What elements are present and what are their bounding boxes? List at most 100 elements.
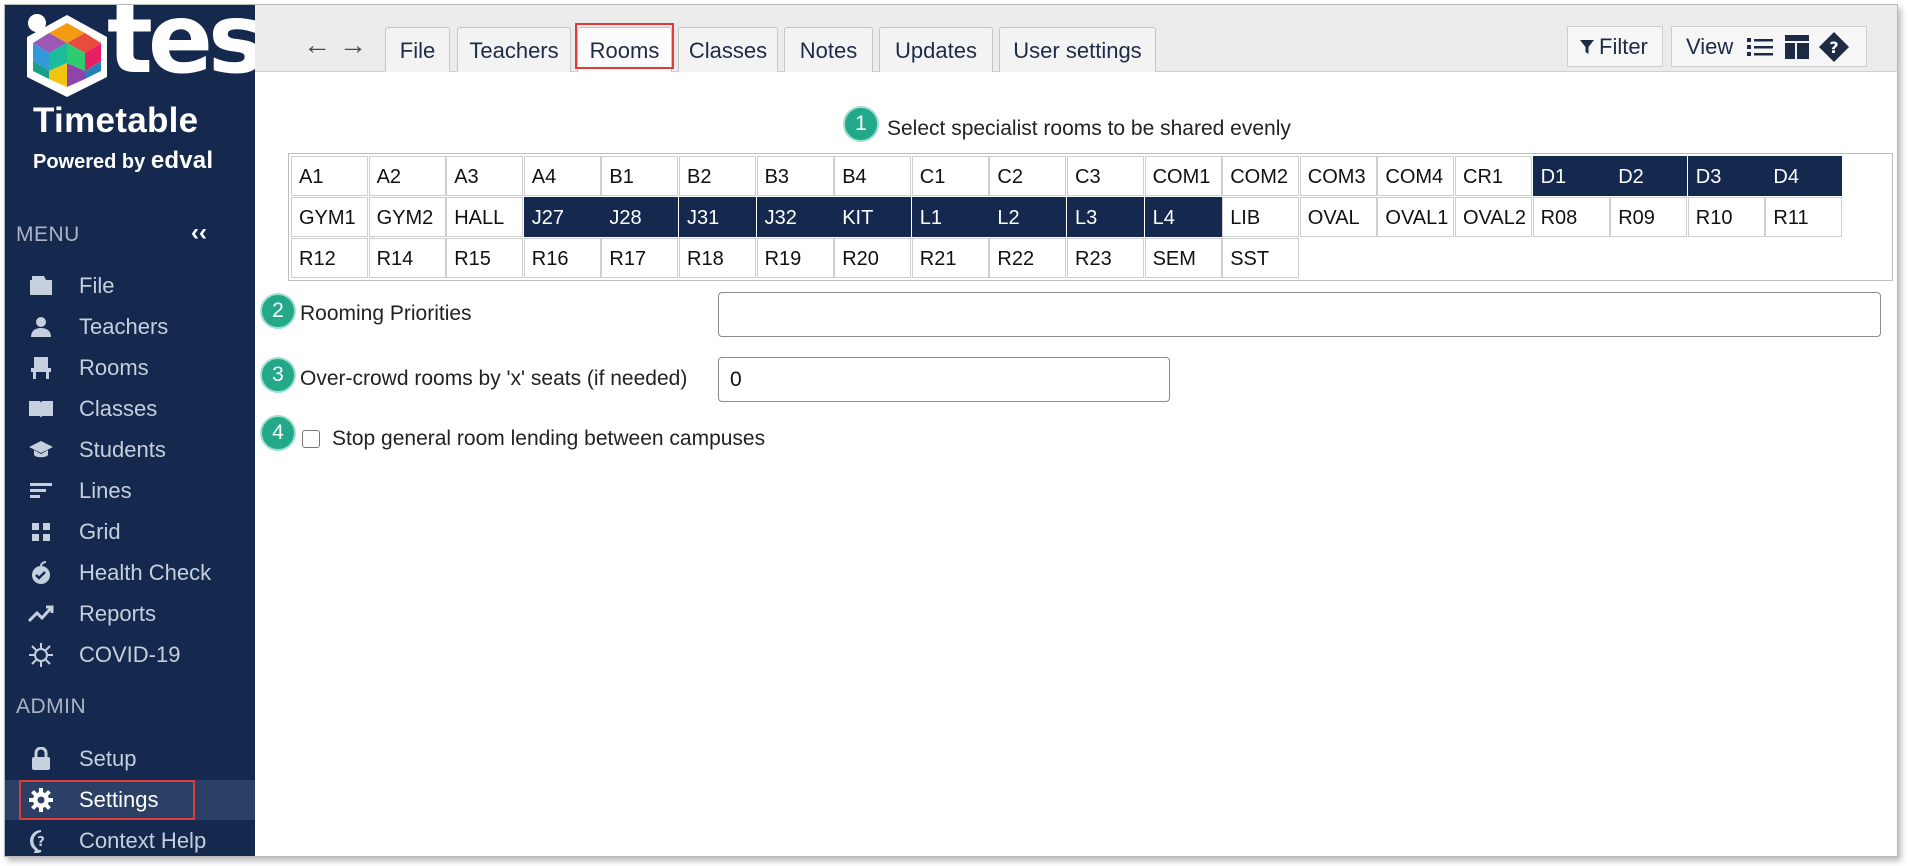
tab-user-settings[interactable]: User settings xyxy=(999,27,1156,73)
room-cell-r14[interactable]: R14 xyxy=(368,238,446,278)
view-button[interactable]: View xyxy=(1686,34,1733,60)
lock-icon xyxy=(26,744,56,774)
room-cell-d3[interactable]: D3 xyxy=(1687,156,1765,196)
room-cell-b4[interactable]: B4 xyxy=(834,156,912,196)
grid-icon xyxy=(26,517,56,547)
main-content: 1 Select specialist rooms to be shared e… xyxy=(255,72,1897,856)
sidebar-item-students[interactable]: Students xyxy=(5,430,255,470)
sidebar-item-health-check[interactable]: Health Check xyxy=(5,553,255,593)
room-cell-j27[interactable]: J27 xyxy=(523,197,601,237)
sidebar-item-settings[interactable]: Settings xyxy=(5,780,255,820)
room-cell-c3[interactable]: C3 xyxy=(1067,156,1144,196)
room-cell-r18[interactable]: R18 xyxy=(679,238,756,278)
room-cell-r22[interactable]: R22 xyxy=(989,238,1067,278)
lines-icon xyxy=(26,476,56,506)
room-cell-r15[interactable]: R15 xyxy=(446,238,524,278)
sidebar-item-grid[interactable]: Grid xyxy=(5,512,255,552)
room-cell-cr1[interactable]: CR1 xyxy=(1455,156,1532,196)
room-cell-r19[interactable]: R19 xyxy=(756,238,834,278)
room-cell-b1[interactable]: B1 xyxy=(601,156,679,196)
room-cell-r21[interactable]: R21 xyxy=(911,238,989,278)
layout-view-icon[interactable] xyxy=(1785,34,1810,59)
help-diamond-icon[interactable]: ? xyxy=(1819,31,1850,62)
tab-updates[interactable]: Updates xyxy=(879,27,993,73)
room-cell-c2[interactable]: C2 xyxy=(989,156,1067,196)
room-cell-j31[interactable]: J31 xyxy=(679,197,756,237)
rooming-priorities-input[interactable] xyxy=(718,292,1881,337)
room-cell-l4[interactable]: L4 xyxy=(1144,197,1222,237)
room-cell-r17[interactable]: R17 xyxy=(601,238,679,278)
sidebar-item-context-help[interactable]: ? Context Help xyxy=(5,821,255,856)
sidebar-item-setup[interactable]: Setup xyxy=(5,739,255,779)
filter-button[interactable]: Filter xyxy=(1567,26,1663,67)
room-cell-oval[interactable]: OVAL xyxy=(1299,197,1377,237)
room-cell-com1[interactable]: COM1 xyxy=(1144,156,1222,196)
room-cell-com2[interactable]: COM2 xyxy=(1222,156,1300,196)
room-cell-r12[interactable]: R12 xyxy=(291,238,368,278)
room-cell-d2[interactable]: D2 xyxy=(1610,156,1688,196)
chair-icon xyxy=(26,353,56,383)
room-cell-a2[interactable]: A2 xyxy=(368,156,446,196)
room-cell-r23[interactable]: R23 xyxy=(1067,238,1144,278)
room-cell-com3[interactable]: COM3 xyxy=(1299,156,1377,196)
tab-teachers[interactable]: Teachers xyxy=(457,27,571,73)
forward-arrow-icon[interactable]: → xyxy=(339,31,367,59)
room-cell-r16[interactable]: R16 xyxy=(523,238,601,278)
room-cell-d4[interactable]: D4 xyxy=(1765,156,1843,196)
room-cell-a4[interactable]: A4 xyxy=(523,156,601,196)
sidebar-item-reports[interactable]: Reports xyxy=(5,594,255,634)
room-cell-sem[interactable]: SEM xyxy=(1144,238,1222,278)
back-arrow-icon[interactable]: ← xyxy=(303,31,331,59)
room-cell-j28[interactable]: J28 xyxy=(601,197,679,237)
collapse-sidebar-icon[interactable]: ‹‹ xyxy=(191,219,207,247)
list-view-icon[interactable] xyxy=(1747,36,1774,58)
room-cell-r11[interactable]: R11 xyxy=(1765,197,1843,237)
sidebar-item-lines[interactable]: Lines xyxy=(5,471,255,511)
room-cell-c1[interactable]: C1 xyxy=(911,156,989,196)
tab-rooms[interactable]: Rooms xyxy=(577,27,672,73)
admin-section-title: ADMIN xyxy=(16,695,87,718)
sidebar-item-classes[interactable]: Classes xyxy=(5,389,255,429)
room-cell-oval1[interactable]: OVAL1 xyxy=(1377,197,1455,237)
powered-by-brand: edval xyxy=(150,147,214,174)
powered-by: Powered by edval xyxy=(33,147,213,175)
sidebar-item-teachers[interactable]: Teachers xyxy=(5,307,255,347)
filter-icon xyxy=(1580,39,1594,54)
sidebar-item-rooms[interactable]: Rooms xyxy=(5,348,255,388)
room-cell-d1[interactable]: D1 xyxy=(1532,156,1610,196)
sidebar-item-covid-19[interactable]: COVID-19 xyxy=(5,635,255,675)
sidebar-item-label: Students xyxy=(79,437,166,462)
room-cell-r09[interactable]: R09 xyxy=(1610,197,1688,237)
room-cell-l3[interactable]: L3 xyxy=(1067,197,1144,237)
room-cell-kit[interactable]: KIT xyxy=(834,197,912,237)
room-cell-l2[interactable]: L2 xyxy=(989,197,1067,237)
room-cell-gym1[interactable]: GYM1 xyxy=(291,197,368,237)
room-cell-hall[interactable]: HALL xyxy=(446,197,524,237)
sidebar-item-label: Setup xyxy=(79,746,137,771)
stop-lending-checkbox[interactable] xyxy=(302,430,320,448)
apple-check-icon xyxy=(26,558,56,588)
tab-classes[interactable]: Classes xyxy=(678,27,778,73)
overcrowd-seats-input[interactable] xyxy=(718,357,1170,402)
step-badge-1: 1 xyxy=(843,106,879,142)
room-cell-lib[interactable]: LIB xyxy=(1222,197,1300,237)
sidebar-item-file[interactable]: File xyxy=(5,266,255,306)
room-cell-a3[interactable]: A3 xyxy=(446,156,524,196)
tab-notes[interactable]: Notes xyxy=(784,27,873,73)
room-cell-r10[interactable]: R10 xyxy=(1687,197,1765,237)
specialist-rooms-grid: A1 A2 A3 A4 B1 B2 B3 B4 C1 C2 C3 COM1 COM2 COM3 COM4 CR… xyxy=(288,153,1893,281)
tab-file[interactable]: File xyxy=(385,27,450,73)
help-bubble-icon: ? xyxy=(26,826,56,856)
room-cell-r08[interactable]: R08 xyxy=(1532,197,1610,237)
room-cell-oval2[interactable]: OVAL2 xyxy=(1455,197,1532,237)
room-cell-com4[interactable]: COM4 xyxy=(1377,156,1455,196)
room-cell-r20[interactable]: R20 xyxy=(834,238,912,278)
room-cell-j32[interactable]: J32 xyxy=(756,197,834,237)
room-cell-gym2[interactable]: GYM2 xyxy=(368,197,446,237)
room-cell-b3[interactable]: B3 xyxy=(756,156,834,196)
room-cell-sst[interactable]: SST xyxy=(1222,238,1300,278)
room-cell-l1[interactable]: L1 xyxy=(911,197,989,237)
product-name: Timetable xyxy=(33,101,199,140)
room-cell-b2[interactable]: B2 xyxy=(679,156,756,196)
room-cell-a1[interactable]: A1 xyxy=(291,156,368,196)
